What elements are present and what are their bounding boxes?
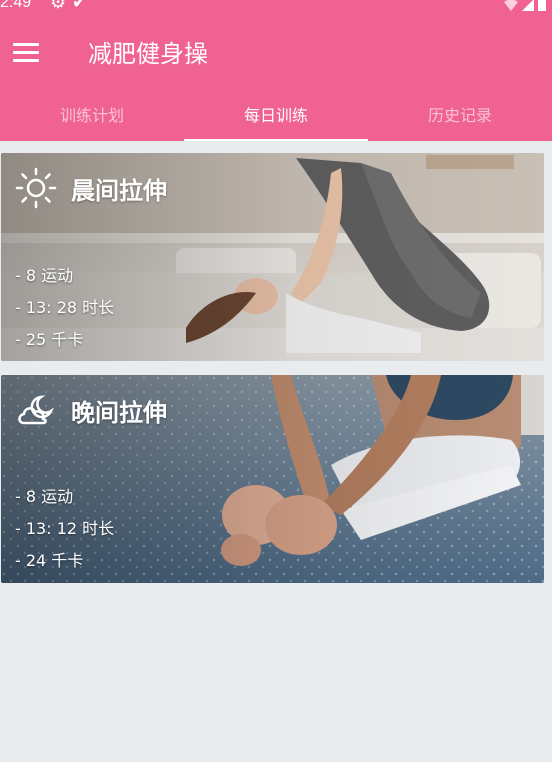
battery-icon [538,0,546,11]
sun-icon [15,167,57,209]
status-indicators [504,0,546,11]
menu-icon[interactable] [10,38,46,68]
status-time: 2:49 [0,0,32,11]
notification-icons: ⚙ ✔ [50,0,87,13]
app-title: 减肥健身操 [88,40,208,68]
tab-history[interactable]: 历史记录 [368,90,552,141]
morning-card-header: 晨间拉伸 [15,167,167,209]
evening-stretch-card[interactable]: 晚间拉伸 - 8 运动 - 13: 12 时长 - 24 千卡 [1,375,544,583]
evening-calories: - 24 千卡 [15,551,84,570]
morning-exercise-count: - 8 运动 [15,266,74,285]
wifi-icon [504,0,518,11]
status-bar: 2:49 ⚙ ✔ [0,0,552,18]
morning-card-title: 晨间拉伸 [71,176,167,205]
morning-stretch-card[interactable]: 晨间拉伸 - 8 运动 - 13: 28 时长 - 25 千卡 [1,153,544,361]
morning-duration: - 13: 28 时长 [15,298,115,317]
tab-training-plan[interactable]: 训练计划 [0,90,184,141]
tab-daily-training[interactable]: 每日训练 [184,90,368,141]
morning-calories: - 25 千卡 [15,330,84,349]
evening-card-header: 晚间拉伸 [15,389,167,431]
signal-icon [522,0,534,11]
tab-bar: 训练计划 每日训练 历史记录 [0,90,552,141]
evening-duration: - 13: 12 时长 [15,519,115,538]
evening-exercise-count: - 8 运动 [15,487,74,506]
evening-card-title: 晚间拉伸 [71,398,167,427]
app-bar: 减肥健身操 [0,18,552,90]
moon-cloud-icon [18,395,54,425]
